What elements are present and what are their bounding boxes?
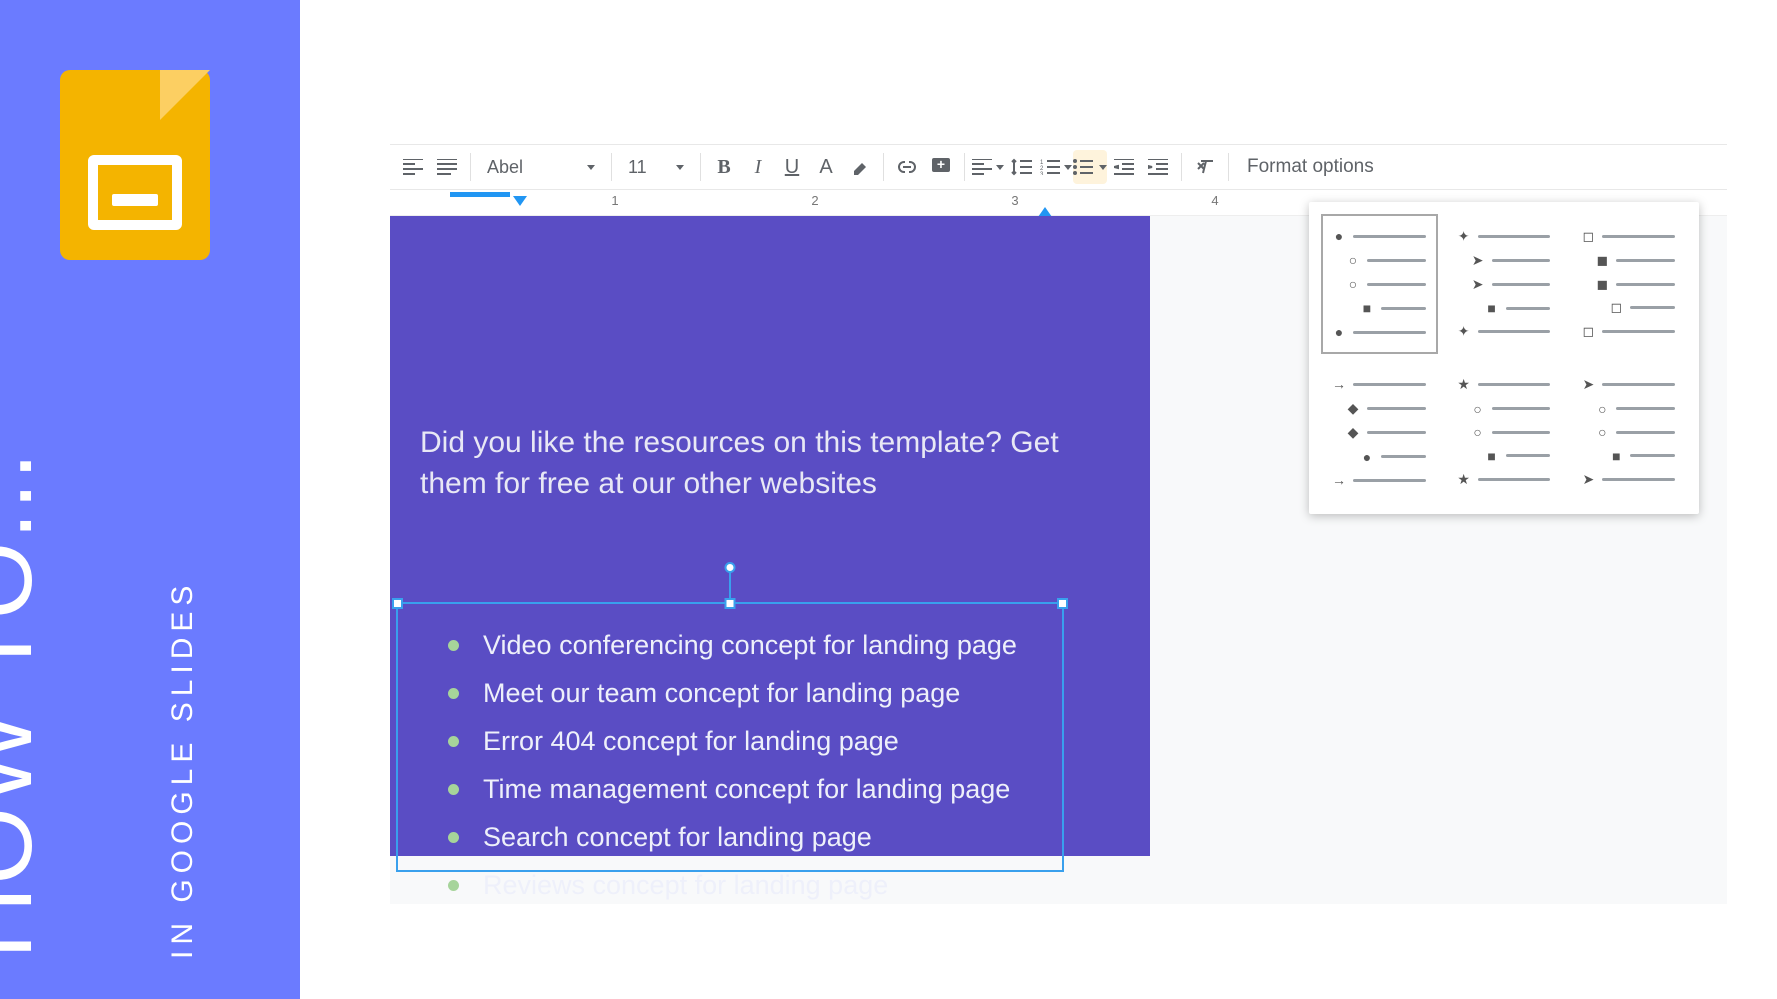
numbered-list-dropdown[interactable]: 123 (1039, 150, 1073, 184)
decrease-indent-button[interactable] (1107, 150, 1141, 184)
list-item-text: Search concept for landing page (483, 818, 872, 858)
bullet-icon (448, 880, 459, 891)
resize-handle[interactable] (1057, 598, 1068, 609)
google-slides-icon (60, 70, 210, 260)
list-item-text: Reviews concept for landing page (483, 866, 888, 906)
list-item[interactable]: Error 404 concept for landing page (448, 722, 1022, 762)
underline-button[interactable]: U (775, 150, 809, 184)
slide-heading: Did you like the resources on this templ… (420, 423, 1070, 504)
align-left-icon[interactable] (396, 150, 430, 184)
bullet-style-star-circle-square[interactable]: ★○○■★ (1446, 362, 1563, 502)
tutorial-banner: HOW TO... IN GOOGLE SLIDES (0, 0, 300, 999)
bulleted-list[interactable]: Video conferencing concept for landing p… (398, 604, 1062, 906)
font-family-dropdown[interactable]: Abel (477, 150, 605, 184)
list-item-text: Meet our team concept for landing page (483, 674, 960, 714)
increase-indent-button[interactable] (1141, 150, 1175, 184)
slide: Did you like the resources on this templ… (390, 216, 1150, 856)
bullet-icon (448, 688, 459, 699)
resize-handle[interactable] (392, 598, 403, 609)
list-item[interactable]: Reviews concept for landing page (448, 866, 1022, 906)
align-justify-icon[interactable] (430, 150, 464, 184)
font-size-dropdown[interactable]: 11 (618, 150, 694, 184)
bullet-icon (448, 784, 459, 795)
list-item[interactable]: Video conferencing concept for landing p… (448, 626, 1022, 666)
bullet-icon (448, 832, 459, 843)
bullet-style-arrow-diamond-disc[interactable]: →◆◆●→ (1321, 362, 1438, 502)
banner-title: HOW TO... (0, 450, 55, 959)
list-item[interactable]: Search concept for landing page (448, 818, 1022, 858)
resize-handle[interactable] (725, 598, 736, 609)
first-line-indent-marker[interactable] (513, 196, 527, 206)
line-spacing-button[interactable] (1005, 150, 1039, 184)
insert-link-button[interactable] (890, 150, 924, 184)
highlight-color-button[interactable] (843, 150, 877, 184)
list-item-text: Time management concept for landing page (483, 770, 1010, 810)
banner-subtitle: IN GOOGLE SLIDES (166, 580, 200, 959)
bullet-icon (448, 736, 459, 747)
text-color-button[interactable]: A (809, 150, 843, 184)
bullet-style-box-square[interactable]: ◻◼◼◻◻ (1570, 214, 1687, 354)
bullet-style-disc-circle-square[interactable]: ●○○■● (1321, 214, 1438, 354)
bulleted-list-dropdown[interactable] (1073, 150, 1107, 184)
google-slides-app: Abel 11 B I U A + 123 Format options 1 2… (390, 144, 1727, 904)
svg-text:+: + (937, 157, 945, 172)
format-options-button[interactable]: Format options (1235, 156, 1386, 178)
italic-button[interactable]: I (741, 150, 775, 184)
insert-comment-button[interactable]: + (924, 150, 958, 184)
list-item-text: Error 404 concept for landing page (483, 722, 899, 762)
formatting-toolbar: Abel 11 B I U A + 123 Format options (390, 144, 1727, 190)
clear-formatting-button[interactable] (1188, 150, 1222, 184)
bold-button[interactable]: B (707, 150, 741, 184)
bullet-style-chevron-circle-square[interactable]: ➤○○■➤ (1570, 362, 1687, 502)
svg-text:3: 3 (1040, 172, 1044, 175)
selected-text-box[interactable]: Video conferencing concept for landing p… (396, 602, 1064, 872)
font-size-label: 11 (628, 157, 647, 178)
list-item-text: Video conferencing concept for landing p… (483, 626, 1017, 666)
list-item[interactable]: Meet our team concept for landing page (448, 674, 1022, 714)
bullet-icon (448, 640, 459, 651)
horizontal-align-dropdown[interactable] (971, 150, 1005, 184)
font-family-label: Abel (487, 157, 523, 178)
bullet-style-panel: ●○○■●✦➤➤■✦◻◼◼◻◻ →◆◆●→★○○■★➤○○■➤ (1309, 202, 1699, 514)
bullet-style-diamond-arrow-square[interactable]: ✦➤➤■✦ (1446, 214, 1563, 354)
list-item[interactable]: Time management concept for landing page (448, 770, 1022, 810)
